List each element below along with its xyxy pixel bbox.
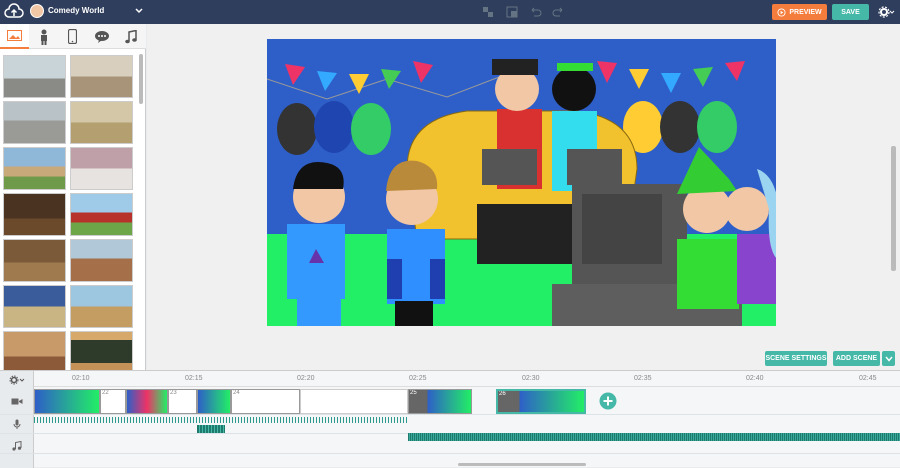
stage-scrollbar[interactable] <box>891 146 896 271</box>
thumbnail-house[interactable] <box>3 147 66 190</box>
person-icon <box>40 29 47 45</box>
thumbnail-basketball-court[interactable] <box>70 239 133 282</box>
thumbnail-stage-curtain[interactable] <box>70 147 133 190</box>
top-bar: Comedy World PREVIEW SAVE <box>0 0 900 24</box>
speech-bubble-icon <box>94 31 109 43</box>
tab-audio[interactable] <box>116 24 145 49</box>
add-scene-button[interactable]: ADD SCENE <box>833 351 880 366</box>
tick-label: 02:30 <box>522 375 540 382</box>
image-icon <box>7 30 22 41</box>
gear-icon[interactable] <box>9 375 25 385</box>
gear-icon[interactable] <box>877 5 895 19</box>
avatar[interactable] <box>30 4 44 18</box>
group-icon[interactable] <box>481 5 495 19</box>
asset-sidebar <box>0 24 146 370</box>
preview-label: PREVIEW <box>789 8 822 16</box>
cloud-upload-icon[interactable] <box>4 3 24 21</box>
thumbnail-barn[interactable] <box>70 193 133 236</box>
scene-clip-selected[interactable]: 26 <box>496 389 586 414</box>
thumbnail-bedroom[interactable] <box>3 331 66 370</box>
voice-track-waveform[interactable] <box>34 417 408 423</box>
scene-clip[interactable]: 22 <box>100 389 126 414</box>
scene-number: 25 <box>410 390 417 396</box>
scene-settings-button[interactable]: SCENE SETTINGS <box>765 351 827 366</box>
tick-label: 02:10 <box>72 375 90 382</box>
chevron-down-icon <box>884 356 893 362</box>
tab-characters[interactable] <box>29 24 58 49</box>
ungroup-icon[interactable] <box>505 5 519 19</box>
chevron-down-icon[interactable] <box>134 6 144 16</box>
scene-number: 24 <box>233 390 240 396</box>
tab-speech[interactable] <box>87 24 116 49</box>
preview-button[interactable]: PREVIEW <box>772 4 827 20</box>
tick-label: 02:20 <box>297 375 315 382</box>
add-scene-dropdown[interactable] <box>882 351 895 366</box>
scene-number: 26 <box>499 391 506 397</box>
music-track-waveform[interactable] <box>408 433 900 441</box>
thumbnail-reception[interactable] <box>3 101 66 144</box>
timeline: 02:10 02:15 02:20 02:25 02:30 02:35 02:4… <box>0 370 900 468</box>
thumbnail-office-lobby[interactable] <box>3 55 66 98</box>
timeline-ruler[interactable]: 02:10 02:15 02:20 02:25 02:30 02:35 02:4… <box>34 371 900 387</box>
tick-label: 02:35 <box>634 375 652 382</box>
save-button[interactable]: SAVE <box>832 4 869 20</box>
scene-clip[interactable] <box>126 389 168 414</box>
thumbnail-desert[interactable] <box>70 285 133 328</box>
scene-canvas[interactable] <box>267 39 776 326</box>
timeline-scrollbar[interactable] <box>458 463 586 466</box>
thumbnail-office-desk[interactable] <box>70 55 133 98</box>
tab-backgrounds[interactable] <box>0 24 29 49</box>
tick-label: 02:45 <box>859 375 877 382</box>
thumbnail-gym[interactable] <box>3 285 66 328</box>
scene-clip[interactable]: 24 <box>231 389 300 414</box>
add-scene-plus-icon[interactable] <box>599 392 617 410</box>
thumbnail-room[interactable] <box>70 101 133 144</box>
tab-props[interactable] <box>58 24 87 49</box>
music-note-icon <box>124 29 137 43</box>
voice-clip[interactable] <box>197 425 225 433</box>
background-thumbnails <box>3 55 137 370</box>
scene-artwork <box>267 39 776 326</box>
track-divider <box>0 414 900 415</box>
video-camera-icon <box>11 398 23 405</box>
scene-clip[interactable]: 25 <box>408 389 472 414</box>
scene-number: 22 <box>102 390 109 396</box>
project-title[interactable]: Comedy World <box>48 6 104 15</box>
tick-label: 02:40 <box>746 375 764 382</box>
scene-clip[interactable]: 23 <box>168 389 197 414</box>
track-divider <box>0 453 900 454</box>
thumbnail-classroom[interactable] <box>70 331 133 370</box>
redo-icon[interactable] <box>552 5 566 19</box>
microphone-icon <box>13 419 21 429</box>
thumbnail-library[interactable] <box>3 193 66 236</box>
scene-clip[interactable] <box>197 389 231 414</box>
scene-clip[interactable] <box>300 389 408 414</box>
asset-tabs <box>0 24 146 49</box>
thumbnail-stable[interactable] <box>3 239 66 282</box>
stage-area: SCENE SETTINGS ADD SCENE <box>147 24 900 389</box>
phone-icon <box>68 29 77 44</box>
sidebar-scrollbar[interactable] <box>139 54 143 104</box>
tick-label: 02:25 <box>409 375 427 382</box>
music-note-icon <box>12 441 22 451</box>
scene-clip[interactable] <box>34 389 100 414</box>
undo-icon[interactable] <box>528 5 542 19</box>
scene-number: 23 <box>170 390 177 396</box>
play-circle-icon <box>777 7 786 17</box>
tick-label: 02:15 <box>185 375 203 382</box>
